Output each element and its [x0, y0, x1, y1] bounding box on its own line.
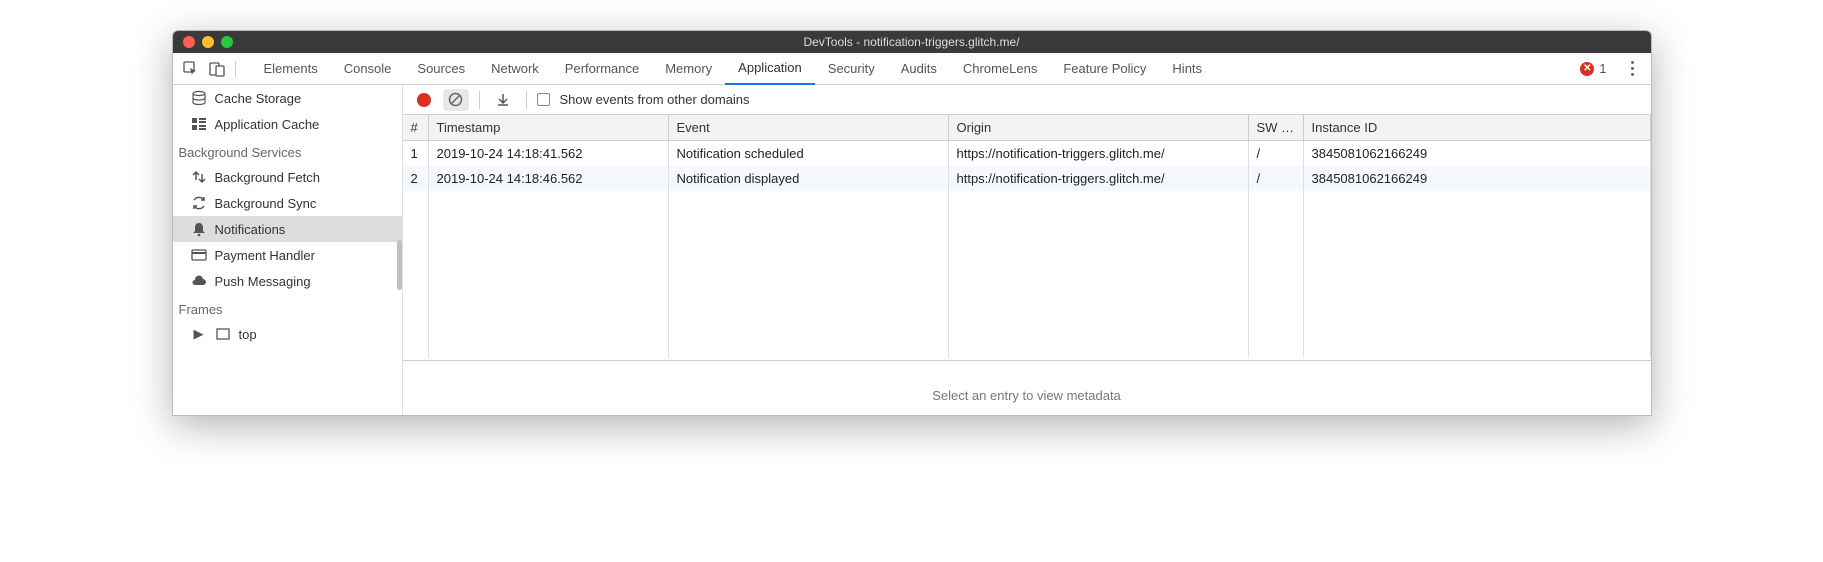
tab-memory[interactable]: Memory — [652, 53, 725, 85]
cell-id: 3845081062166249 — [1304, 141, 1651, 166]
bell-icon — [191, 221, 207, 237]
toolbar: Show events from other domains — [403, 85, 1651, 115]
col-instance-id[interactable]: Instance ID — [1304, 115, 1651, 140]
sidebar-item-background-fetch[interactable]: Background Fetch — [173, 164, 402, 190]
events-table: # Timestamp Event Origin SW … Instance I… — [403, 115, 1651, 376]
tab-network[interactable]: Network — [478, 53, 552, 85]
sidebar-item-label: Notifications — [215, 222, 286, 237]
table-header: # Timestamp Event Origin SW … Instance I… — [403, 115, 1651, 141]
cell-num: 1 — [403, 141, 429, 166]
sidebar-item-cache-storage[interactable]: Cache Storage — [173, 85, 402, 111]
col-event[interactable]: Event — [669, 115, 949, 140]
tabs-bar: ElementsConsoleSourcesNetworkPerformance… — [173, 53, 1651, 85]
col-timestamp[interactable]: Timestamp — [429, 115, 669, 140]
sidebar-item-label: Background Fetch — [215, 170, 321, 185]
cell-ev: Notification scheduled — [669, 141, 949, 166]
inspect-element-icon[interactable] — [183, 61, 199, 77]
sidebar-frame-top[interactable]: ▶ top — [173, 321, 402, 347]
sidebar-item-background-sync[interactable]: Background Sync — [173, 190, 402, 216]
toolbar-divider — [526, 91, 527, 109]
sync-icon — [191, 195, 207, 211]
main-panel: Show events from other domains # Timesta… — [403, 85, 1651, 415]
sidebar-item-payment-handler[interactable]: Payment Handler — [173, 242, 402, 268]
sidebar: Cache Storage Application Cache Backgroun… — [173, 85, 403, 415]
table-row[interactable]: 12019-10-24 14:18:41.562Notification sch… — [403, 141, 1651, 166]
tab-elements[interactable]: Elements — [251, 53, 331, 85]
minimize-window-icon[interactable] — [202, 36, 214, 48]
cell-or: https://notification-triggers.glitch.me/ — [949, 141, 1249, 166]
tab-audits[interactable]: Audits — [888, 53, 950, 85]
cell-ts: 2019-10-24 14:18:46.562 — [429, 166, 669, 191]
sidebar-item-application-cache[interactable]: Application Cache — [173, 111, 402, 137]
show-other-domains-checkbox[interactable] — [537, 93, 550, 106]
tab-application[interactable]: Application — [725, 53, 815, 85]
cell-num: 2 — [403, 166, 429, 191]
sidebar-section-label: Background Services — [173, 137, 402, 164]
sidebar-resizer[interactable] — [397, 240, 402, 290]
tab-performance[interactable]: Performance — [552, 53, 652, 85]
tab-security[interactable]: Security — [815, 53, 888, 85]
cell-ev: Notification displayed — [669, 166, 949, 191]
database-icon — [191, 90, 207, 106]
clear-button[interactable] — [443, 89, 469, 111]
col-sw-scope[interactable]: SW … — [1249, 115, 1304, 140]
grid-icon — [191, 116, 207, 132]
show-other-domains-label: Show events from other domains — [560, 92, 750, 107]
sidebar-item-label: Push Messaging — [215, 274, 311, 289]
table-row[interactable]: 22019-10-24 14:18:46.562Notification dis… — [403, 166, 1651, 191]
toolbar-divider — [479, 91, 480, 109]
sidebar-item-label: Background Sync — [215, 196, 317, 211]
card-icon — [191, 247, 207, 263]
cell-sw: / — [1249, 166, 1304, 191]
error-icon: ✕ — [1580, 62, 1594, 76]
more-menu-icon[interactable] — [1625, 61, 1641, 76]
devtools-window: DevTools - notification-triggers.glitch.… — [172, 30, 1652, 416]
tab-sources[interactable]: Sources — [404, 53, 478, 85]
footer-message: Select an entry to view metadata — [403, 376, 1651, 415]
sidebar-item-label: Cache Storage — [215, 91, 302, 106]
record-button[interactable] — [411, 89, 437, 111]
cell-sw: / — [1249, 141, 1304, 166]
col-number[interactable]: # — [403, 115, 429, 140]
cloud-icon — [191, 273, 207, 289]
error-count: 1 — [1599, 61, 1606, 76]
cell-or: https://notification-triggers.glitch.me/ — [949, 166, 1249, 191]
titlebar: DevTools - notification-triggers.glitch.… — [173, 31, 1651, 53]
tab-feature-policy[interactable]: Feature Policy — [1050, 53, 1159, 85]
col-origin[interactable]: Origin — [949, 115, 1249, 140]
triangle-right-icon: ▶ — [191, 326, 207, 342]
tab-chromelens[interactable]: ChromeLens — [950, 53, 1050, 85]
table-body: 12019-10-24 14:18:41.562Notification sch… — [403, 141, 1651, 361]
tab-hints[interactable]: Hints — [1159, 53, 1215, 85]
traffic-lights — [173, 36, 233, 48]
close-window-icon[interactable] — [183, 36, 195, 48]
panel-body: Cache Storage Application Cache Backgroun… — [173, 85, 1651, 415]
maximize-window-icon[interactable] — [221, 36, 233, 48]
sidebar-item-label: Application Cache — [215, 117, 320, 132]
cell-ts: 2019-10-24 14:18:41.562 — [429, 141, 669, 166]
sidebar-frames-label: Frames — [173, 294, 402, 321]
cell-id: 3845081062166249 — [1304, 166, 1651, 191]
window-title: DevTools - notification-triggers.glitch.… — [173, 35, 1651, 49]
inspect-tools — [183, 61, 236, 77]
sidebar-item-label: Payment Handler — [215, 248, 315, 263]
device-toggle-icon[interactable] — [209, 61, 225, 77]
sidebar-item-push-messaging[interactable]: Push Messaging — [173, 268, 402, 294]
sidebar-item-notifications[interactable]: Notifications — [173, 216, 402, 242]
transfer-icon — [191, 169, 207, 185]
tab-console[interactable]: Console — [331, 53, 405, 85]
error-indicator[interactable]: ✕ 1 — [1580, 61, 1606, 76]
frame-icon — [215, 326, 231, 342]
frame-label: top — [239, 327, 257, 342]
download-button[interactable] — [490, 89, 516, 111]
